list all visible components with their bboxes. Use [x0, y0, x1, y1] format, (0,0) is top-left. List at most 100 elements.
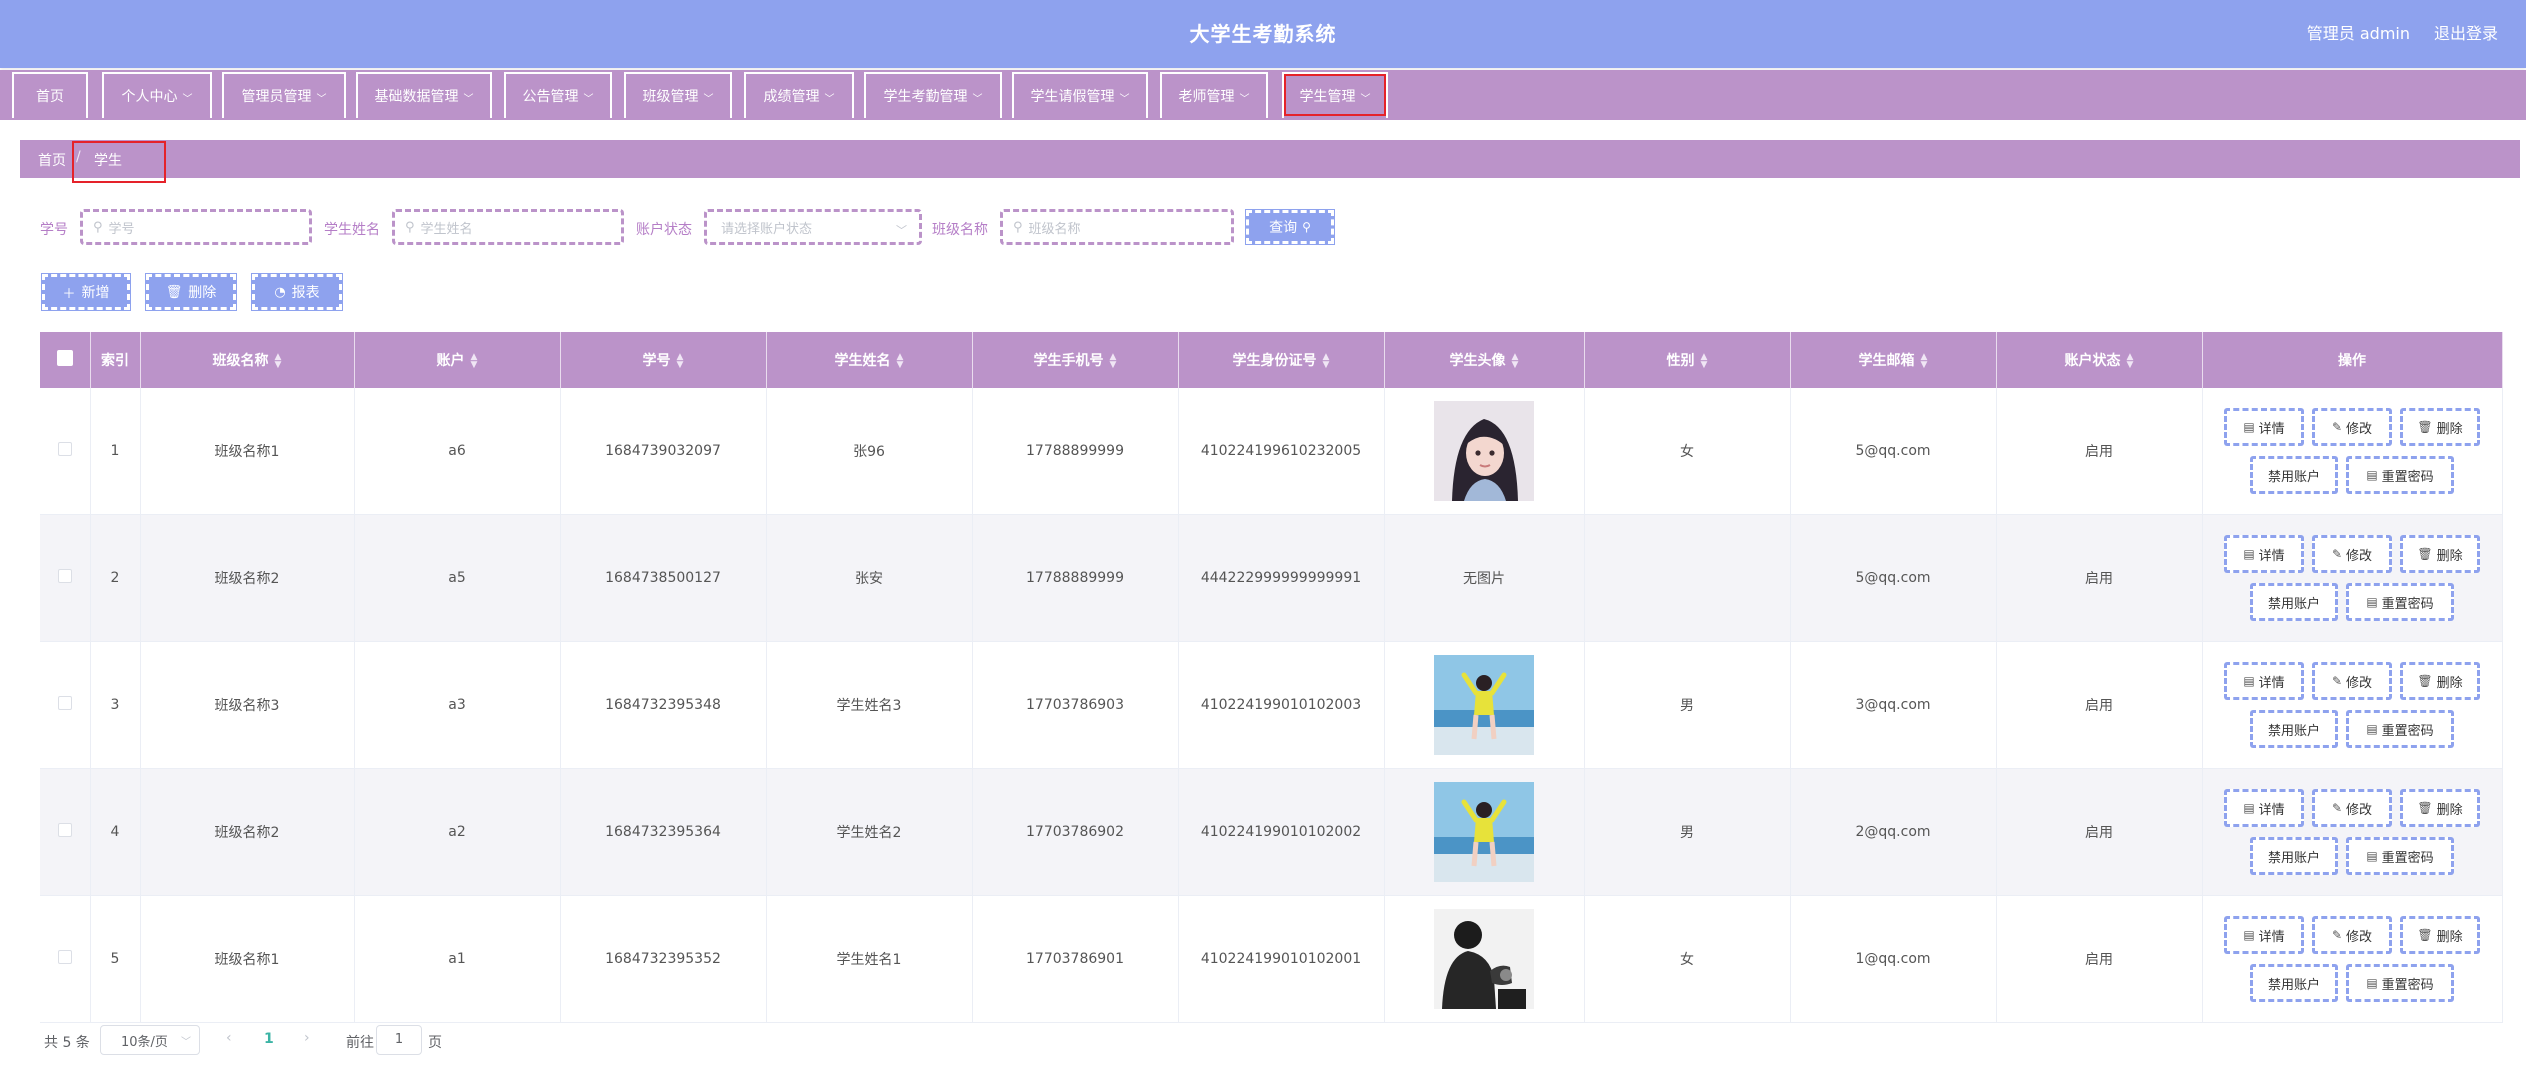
detail-button[interactable]: ▤ 详情: [2224, 789, 2304, 827]
disable-account-button-label: 禁用账户: [2267, 469, 2320, 485]
row-select-cell[interactable]: [40, 768, 91, 896]
sort-icon[interactable]: ▲ ▼: [1110, 353, 1117, 370]
nav-item-class-management[interactable]: 班级管理 ﹀: [624, 72, 732, 118]
disable-account-button[interactable]: 禁用账户: [2250, 583, 2338, 621]
prev-page-button[interactable]: ‹: [226, 1030, 232, 1046]
row-checkbox[interactable]: [57, 442, 72, 456]
report-button[interactable]: ◔ 报表: [251, 273, 343, 311]
nav-item-grade-management[interactable]: 成绩管理 ﹀: [744, 72, 854, 118]
detail-button[interactable]: ▤ 详情: [2224, 662, 2304, 700]
sort-icon[interactable]: ▲ ▼: [677, 353, 684, 370]
select-all-cell[interactable]: [40, 332, 91, 388]
row-select-cell[interactable]: [40, 895, 91, 1023]
sort-icon[interactable]: ▲ ▼: [1512, 353, 1519, 370]
row-delete-button[interactable]: 🗑 删除: [2400, 408, 2480, 446]
query-button[interactable]: 查询 ⚲: [1245, 209, 1335, 245]
student-avatar-image[interactable]: [1434, 401, 1534, 501]
row-delete-button[interactable]: 🗑 删除: [2400, 662, 2480, 700]
nav-item-basic-data-management[interactable]: 基础数据管理 ﹀: [356, 72, 492, 118]
sort-icon[interactable]: ▲ ▼: [1921, 353, 1928, 370]
column-header-id-card[interactable]: 学生身份证号 ▲ ▼: [1178, 332, 1385, 388]
row-delete-button[interactable]: 🗑 删除: [2400, 535, 2480, 573]
edit-button[interactable]: ✎ 修改: [2312, 662, 2392, 700]
student-no-input[interactable]: ⚲ 学号: [80, 209, 312, 245]
plus-icon: ＋: [62, 286, 76, 302]
column-header-phone[interactable]: 学生手机号 ▲ ▼: [972, 332, 1179, 388]
detail-button[interactable]: ▤ 详情: [2224, 408, 2304, 446]
nav-item-personal-center[interactable]: 个人中心 ﹀: [102, 72, 212, 118]
page-size-select[interactable]: 10条/页 ﹀: [100, 1025, 200, 1055]
nav-item-admin-management[interactable]: 管理员管理 ﹀: [222, 72, 346, 118]
cell-id-card: 410224199010102001: [1178, 895, 1385, 1023]
cell-account: a6: [354, 388, 561, 515]
student-table: 索引 班级名称 ▲ ▼ 账户 ▲ ▼ 学号 ▲ ▼ 学生姓名 ▲ ▼ 学生手机号 ▲ ▼ 学生身份证…: [40, 332, 2503, 1023]
nav-item-student-management[interactable]: 学生管理 ﹀: [1282, 72, 1388, 118]
row-delete-button[interactable]: 🗑 删除: [2400, 916, 2480, 954]
delete-button[interactable]: 🗑 删除: [145, 273, 237, 311]
column-header-student-name[interactable]: 学生姓名 ▲ ▼: [766, 332, 973, 388]
disable-account-button[interactable]: 禁用账户: [2250, 837, 2338, 875]
column-header-gender[interactable]: 性别 ▲ ▼: [1584, 332, 1791, 388]
nav-item-home[interactable]: 首页: [12, 72, 88, 118]
edit-button[interactable]: ✎ 修改: [2312, 789, 2392, 827]
nav-item-label: 学生请假管理: [1030, 89, 1115, 105]
edit-button[interactable]: ✎ 修改: [2312, 535, 2392, 573]
student-name-input[interactable]: ⚲ 学生姓名: [392, 209, 624, 245]
row-delete-button[interactable]: 🗑 删除: [2400, 789, 2480, 827]
reset-password-button[interactable]: ▤ 重置密码: [2346, 583, 2454, 621]
next-page-button[interactable]: ›: [304, 1030, 310, 1046]
query-button-label: 查询: [1269, 220, 1298, 236]
reset-password-button[interactable]: ▤ 重置密码: [2346, 964, 2454, 1002]
add-button[interactable]: ＋ 新增: [41, 273, 131, 311]
column-header-student-no[interactable]: 学号 ▲ ▼: [560, 332, 767, 388]
nav-item-teacher-management[interactable]: 老师管理 ﹀: [1160, 72, 1268, 118]
nav-item-leave-management[interactable]: 学生请假管理 ﹀: [1012, 72, 1148, 118]
column-header-label: 学生手机号: [1033, 353, 1104, 369]
sort-icon[interactable]: ▲ ▼: [1701, 353, 1708, 370]
column-header-status[interactable]: 账户状态 ▲ ▼: [1996, 332, 2203, 388]
goto-page-input[interactable]: 1: [376, 1025, 422, 1055]
document-icon: ▤: [2366, 849, 2378, 863]
cell-gender: 女: [1584, 895, 1791, 1023]
student-avatar-image[interactable]: [1434, 909, 1534, 1009]
disable-account-button[interactable]: 禁用账户: [2250, 710, 2338, 748]
row-select-cell[interactable]: [40, 641, 91, 769]
column-header-avatar[interactable]: 学生头像 ▲ ▼: [1384, 332, 1585, 388]
logout-link[interactable]: 退出登录: [2434, 20, 2498, 44]
sort-icon[interactable]: ▲ ▼: [471, 353, 478, 370]
row-checkbox[interactable]: [57, 569, 72, 583]
disable-account-button[interactable]: 禁用账户: [2250, 964, 2338, 1002]
row-checkbox[interactable]: [57, 696, 72, 710]
sort-icon[interactable]: ▲ ▼: [897, 353, 904, 370]
trash-icon: 🗑: [165, 284, 183, 300]
breadcrumb-home[interactable]: 首页: [38, 150, 66, 170]
disable-account-button[interactable]: 禁用账户: [2250, 456, 2338, 494]
page-number-current[interactable]: 1: [264, 1031, 274, 1047]
row-checkbox[interactable]: [57, 950, 72, 964]
sort-icon[interactable]: ▲ ▼: [1323, 353, 1330, 370]
account-status-select[interactable]: 请选择账户状态 ﹀: [704, 209, 922, 245]
column-header-class-name[interactable]: 班级名称 ▲ ▼: [140, 332, 355, 388]
class-name-input[interactable]: ⚲ 班级名称: [1000, 209, 1234, 245]
row-select-cell[interactable]: [40, 514, 91, 642]
edit-button[interactable]: ✎ 修改: [2312, 916, 2392, 954]
student-avatar-image[interactable]: [1434, 655, 1534, 755]
detail-button[interactable]: ▤ 详情: [2224, 916, 2304, 954]
row-checkbox[interactable]: [57, 823, 72, 837]
row-select-cell[interactable]: [40, 388, 91, 515]
sort-icon[interactable]: ▲ ▼: [275, 353, 282, 370]
column-header-account[interactable]: 账户 ▲ ▼: [354, 332, 561, 388]
student-avatar-image[interactable]: [1434, 782, 1534, 882]
column-header-email[interactable]: 学生邮箱 ▲ ▼: [1790, 332, 1997, 388]
select-all-checkbox[interactable]: [56, 350, 73, 366]
table-row: 1 班级名称1 a6 1684739032097 张96 17788899999…: [40, 388, 2503, 515]
reset-password-button[interactable]: ▤ 重置密码: [2346, 710, 2454, 748]
nav-item-notice-management[interactable]: 公告管理 ﹀: [504, 72, 612, 118]
reset-password-button[interactable]: ▤ 重置密码: [2346, 837, 2454, 875]
edit-button[interactable]: ✎ 修改: [2312, 408, 2392, 446]
sort-icon[interactable]: ▲ ▼: [2127, 353, 2134, 370]
nav-item-attendance-management[interactable]: 学生考勤管理 ﹀: [864, 72, 1002, 118]
report-button-label: 报表: [291, 285, 320, 301]
reset-password-button[interactable]: ▤ 重置密码: [2346, 456, 2454, 494]
detail-button[interactable]: ▤ 详情: [2224, 535, 2304, 573]
